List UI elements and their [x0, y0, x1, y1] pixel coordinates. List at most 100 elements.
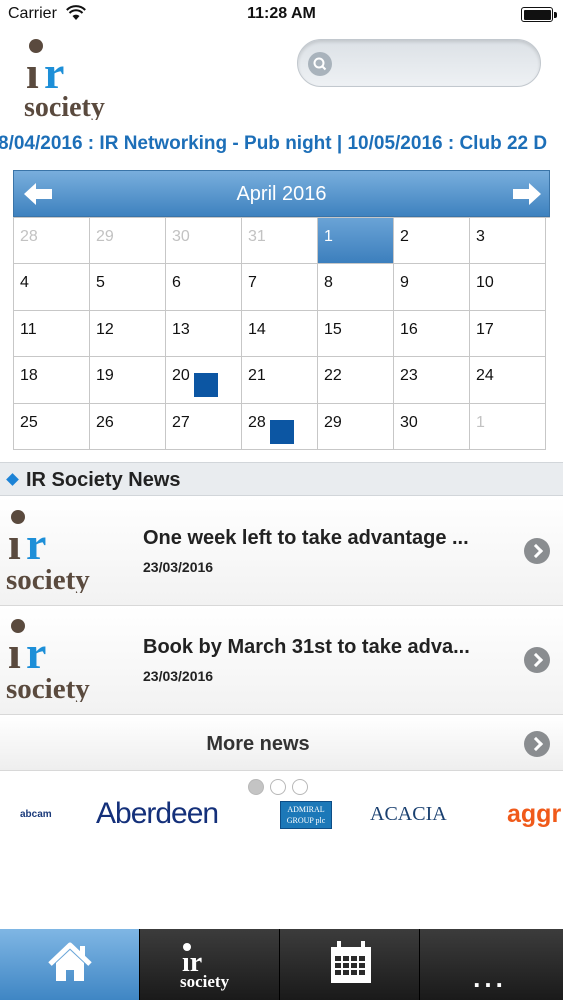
sponsor-admiral-text: ADMIRAL GROUP plc — [286, 805, 326, 825]
calendar-day-number: 10 — [476, 274, 494, 292]
calendar-day-number: 31 — [248, 228, 266, 245]
calendar-day-number: 12 — [96, 320, 114, 338]
calendar-day-number: 30 — [172, 228, 190, 245]
calendar-day[interactable]: 8 — [318, 264, 394, 311]
calendar-day-number: 2 — [400, 228, 409, 245]
calendar-day[interactable]: 25 — [14, 403, 90, 450]
page-dot-active[interactable] — [248, 779, 264, 795]
calendar-day[interactable]: 28 — [14, 218, 90, 265]
calendar-day-number: 24 — [476, 367, 494, 385]
calendar-day-number: 4 — [20, 274, 29, 292]
calendar-day[interactable]: 29 — [90, 218, 166, 265]
calendar-day[interactable]: 22 — [318, 357, 394, 404]
ir-society-logo: ı r society — [6, 510, 90, 593]
sponsor-carousel[interactable]: abcam Aberdeen ADMIRAL GROUP plc ACACIA … — [0, 795, 563, 835]
calendar-day[interactable]: 27 — [166, 403, 242, 450]
calendar-day-number: 14 — [248, 320, 266, 338]
sponsor-logo-abcam: abcam — [20, 809, 52, 820]
calendar-day[interactable]: 18 — [14, 357, 90, 404]
calendar-day[interactable]: 6 — [166, 264, 242, 311]
calendar-day[interactable]: 14 — [242, 310, 318, 358]
svg-text:society: society — [6, 564, 90, 593]
calendar-day-number: 13 — [172, 320, 190, 338]
search-input[interactable] — [338, 48, 528, 78]
ir-society-logo[interactable]: ı r society — [24, 38, 134, 120]
calendar-day[interactable]: 29 — [318, 403, 394, 450]
calendar-day[interactable]: 11 — [14, 310, 90, 358]
calendar-day[interactable]: 30 — [166, 218, 242, 265]
news-item[interactable]: ı r society Book by March 31st to take a… — [0, 606, 563, 715]
chevron-right-icon[interactable] — [524, 647, 550, 673]
calendar-day[interactable]: 3 — [470, 218, 546, 265]
calendar-day-number: 23 — [400, 367, 418, 385]
more-label: ... — [473, 963, 507, 993]
calendar-day-number: 30 — [400, 413, 418, 431]
tab-ir-society[interactable]: ır society — [140, 929, 280, 1000]
calendar-day[interactable]: 17 — [470, 310, 546, 358]
ticker-text: 8/04/2016 : IR Networking - Pub night | … — [0, 133, 548, 154]
calendar-day[interactable]: 12 — [90, 310, 166, 358]
news-date: 23/03/2016 — [143, 668, 214, 684]
page-dot[interactable] — [292, 779, 308, 795]
calendar: April 2016 28 29 30 31 1 2 3 4 5 6 7 8 9 10 11 12 13 14 15… — [13, 170, 550, 450]
svg-text:society: society — [24, 92, 105, 120]
calendar-day[interactable]: 5 — [90, 264, 166, 311]
tab-bar: ır society ... — [0, 929, 563, 1000]
tab-more[interactable]: ... — [420, 929, 563, 1000]
search-icon — [308, 52, 332, 76]
calendar-day[interactable]: 10 — [470, 264, 546, 311]
diamond-bullet-icon — [6, 473, 19, 486]
page-dot[interactable] — [270, 779, 286, 795]
tab-home[interactable] — [0, 929, 140, 1000]
svg-text:ı: ı — [8, 518, 21, 569]
calendar-day-number: 1 — [476, 413, 485, 431]
calendar-day-number: 29 — [96, 228, 114, 245]
event-marker[interactable] — [270, 419, 294, 444]
calendar-day-number: 17 — [476, 320, 494, 338]
calendar-day-number: 28 — [248, 413, 266, 431]
calendar-day-number: 1 — [324, 228, 333, 245]
svg-text:ı: ı — [26, 47, 39, 98]
calendar-day-number: 20 — [172, 367, 190, 385]
events-ticker[interactable]: 8/04/2016 : IR Networking - Pub night | … — [0, 128, 563, 160]
calendar-day-number: 28 — [20, 228, 38, 245]
calendar-day[interactable]: 19 — [90, 357, 166, 404]
calendar-day[interactable]: 2 — [394, 218, 470, 265]
calendar-day[interactable]: 30 — [394, 403, 470, 450]
calendar-day[interactable]: 21 — [242, 357, 318, 404]
calendar-day[interactable]: 4 — [14, 264, 90, 311]
calendar-day-number: 6 — [172, 274, 181, 292]
calendar-day[interactable]: 13 — [166, 310, 242, 358]
calendar-day[interactable]: 16 — [394, 310, 470, 358]
ir-society-logo: ır society — [180, 943, 230, 991]
calendar-day[interactable]: 9 — [394, 264, 470, 311]
calendar-day[interactable]: 24 — [470, 357, 546, 404]
calendar-day[interactable]: 31 — [242, 218, 318, 265]
calendar-day[interactable]: 23 — [394, 357, 470, 404]
chevron-right-icon[interactable] — [524, 731, 550, 757]
tab-calendar[interactable] — [280, 929, 420, 1000]
calendar-day-number: 9 — [400, 274, 409, 292]
svg-text:r: r — [26, 518, 46, 569]
calendar-day-number: 3 — [476, 228, 485, 245]
sponsor-logo-aggr: aggr — [507, 800, 562, 828]
calendar-day[interactable]: 15 — [318, 310, 394, 358]
calendar-day-number: 22 — [324, 367, 342, 385]
news-section-header: IR Society News — [0, 462, 563, 496]
calendar-day[interactable]: 1 — [470, 403, 546, 450]
chevron-right-icon[interactable] — [524, 538, 550, 564]
news-item[interactable]: ı r society One week left to take advant… — [0, 497, 563, 606]
event-marker[interactable] — [194, 373, 218, 398]
more-news-button[interactable]: More news — [0, 716, 563, 771]
calendar-day-number: 16 — [400, 320, 418, 338]
calendar-day[interactable]: 26 — [90, 403, 166, 450]
calendar-day[interactable]: 7 — [242, 264, 318, 311]
search-box[interactable] — [297, 39, 541, 87]
next-month-arrow-icon[interactable] — [511, 181, 543, 207]
sponsor-logo-aberdeen: Aberdeen — [96, 797, 219, 830]
calendar-day[interactable]: 20 — [166, 357, 242, 404]
calendar-day[interactable]: 28 — [242, 403, 318, 450]
calendar-day-number: 7 — [248, 274, 257, 292]
calendar-day-selected[interactable]: 1 — [318, 218, 394, 265]
ir-society-logo: ı r society — [6, 619, 90, 702]
